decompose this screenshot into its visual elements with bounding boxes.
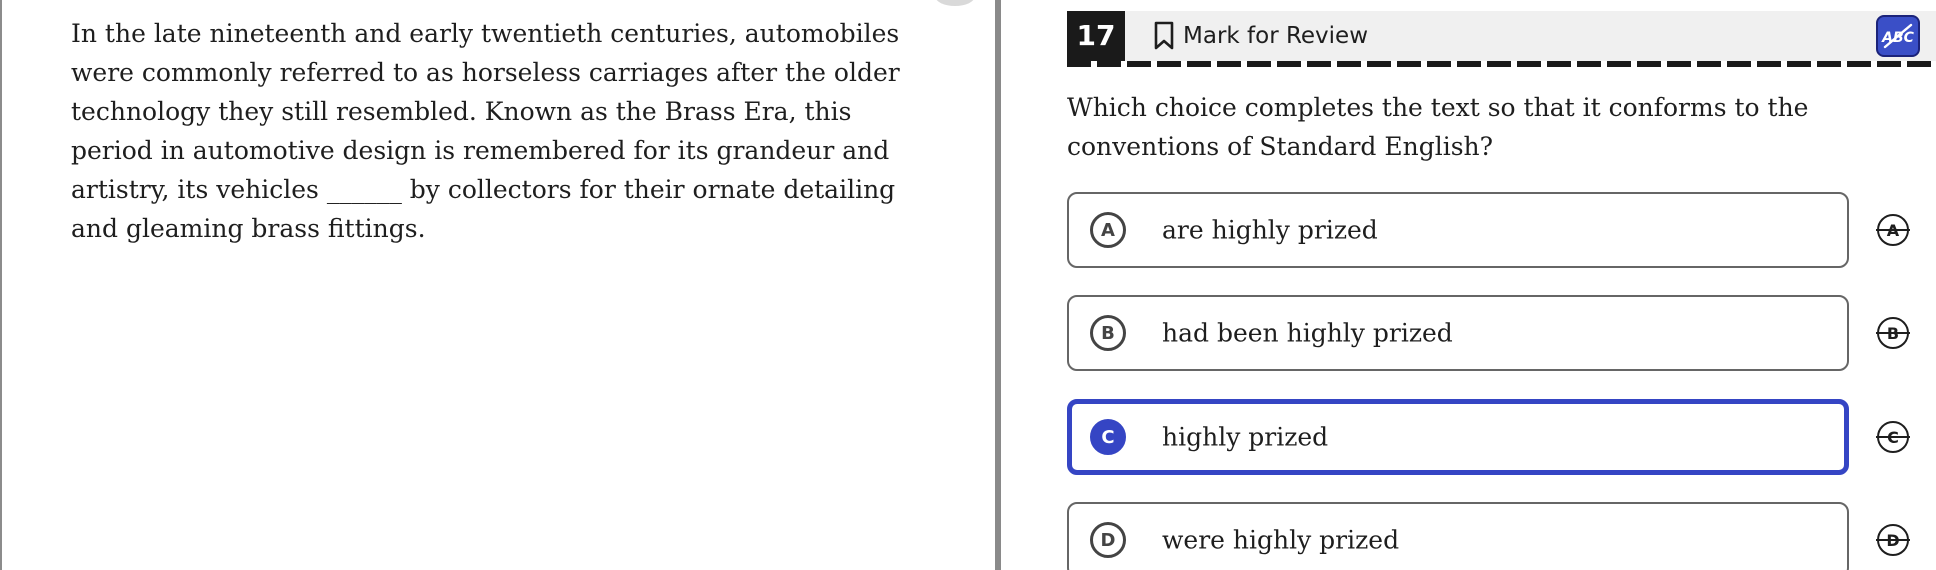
header-dashed-divider	[1067, 61, 1936, 67]
answer-choice-b[interactable]: B had been highly prized	[1067, 295, 1849, 371]
strikethrough-b-icon: B	[1876, 317, 1910, 349]
left-panel-border	[0, 0, 2, 570]
eliminate-choice-b-button[interactable]: B	[1874, 314, 1912, 352]
svg-text:ABC: ABC	[1881, 30, 1915, 46]
answer-choice-d[interactable]: D were highly prized	[1067, 502, 1849, 570]
question-header: 17 Mark for Review ABC	[1067, 11, 1936, 61]
choice-letter-d: D	[1090, 522, 1126, 558]
choice-text-c: highly prized	[1162, 422, 1329, 452]
choice-text-b: had been highly prized	[1162, 318, 1453, 348]
answer-eliminator-toggle-button[interactable]: ABC	[1876, 15, 1920, 57]
eliminate-choice-c-button[interactable]: C	[1874, 418, 1912, 456]
choice-letter-b: B	[1090, 315, 1126, 351]
choice-text-d: were highly prized	[1162, 525, 1400, 555]
eliminate-choice-a-button[interactable]: A	[1874, 211, 1912, 249]
question-number: 17	[1067, 11, 1125, 61]
strikethrough-d-icon: D	[1876, 524, 1910, 556]
resize-handle-shadow	[935, 0, 975, 6]
mark-for-review-label: Mark for Review	[1183, 23, 1369, 49]
choice-text-a: are highly prized	[1162, 215, 1378, 245]
choice-letter-a: A	[1090, 212, 1126, 248]
question-prompt: Which choice completes the text so that …	[1067, 93, 1809, 161]
abc-strikethrough-icon: ABC	[1881, 23, 1915, 49]
strikethrough-c-icon: C	[1876, 421, 1910, 453]
passage-text: In the late nineteenth and early twentie…	[71, 19, 900, 243]
eliminate-choice-d-button[interactable]: D	[1874, 521, 1912, 559]
bookmark-icon	[1153, 21, 1175, 51]
mark-for-review-button[interactable]: Mark for Review	[1153, 11, 1368, 61]
answer-choice-c[interactable]: C highly prized	[1067, 399, 1849, 475]
answer-choice-a[interactable]: A are highly prized	[1067, 192, 1849, 268]
strikethrough-a-icon: A	[1876, 214, 1910, 246]
panel-divider[interactable]	[995, 0, 1001, 570]
choice-letter-c: C	[1090, 419, 1126, 455]
